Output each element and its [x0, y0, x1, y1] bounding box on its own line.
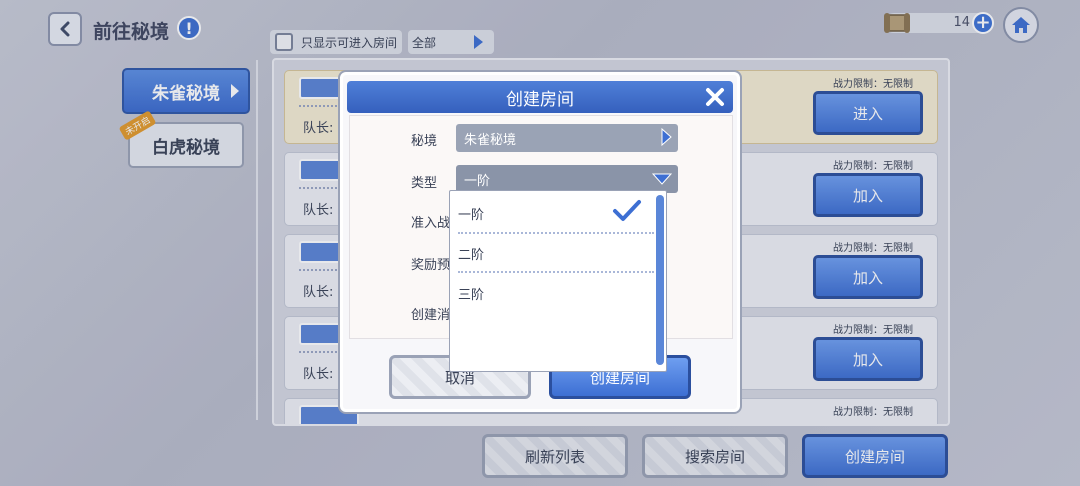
dialog-header: 创建房间	[347, 81, 733, 113]
type-value: 一阶	[464, 173, 491, 189]
dropdown-option[interactable]: 二阶	[458, 233, 652, 273]
type-label: 类型	[411, 176, 438, 191]
power-limit-label: 准入战	[411, 216, 451, 231]
realm-label: 秘境	[411, 134, 438, 149]
triangle-right-icon	[661, 128, 672, 146]
type-dropdown[interactable]: 一阶 二阶 三阶	[449, 190, 667, 372]
type-select[interactable]: 一阶	[456, 165, 678, 193]
reward-preview-label: 奖励预	[411, 258, 451, 273]
create-cost-label: 创建消	[411, 308, 451, 323]
dialog-title: 创建房间	[506, 89, 574, 110]
dropdown-option[interactable]: 三阶	[458, 273, 652, 313]
close-icon[interactable]	[703, 85, 727, 109]
scrollbar[interactable]	[656, 195, 664, 365]
check-icon	[613, 200, 641, 221]
realm-value: 朱雀秘境	[464, 132, 517, 148]
realm-select[interactable]: 朱雀秘境	[456, 124, 678, 152]
triangle-down-icon	[652, 173, 672, 185]
